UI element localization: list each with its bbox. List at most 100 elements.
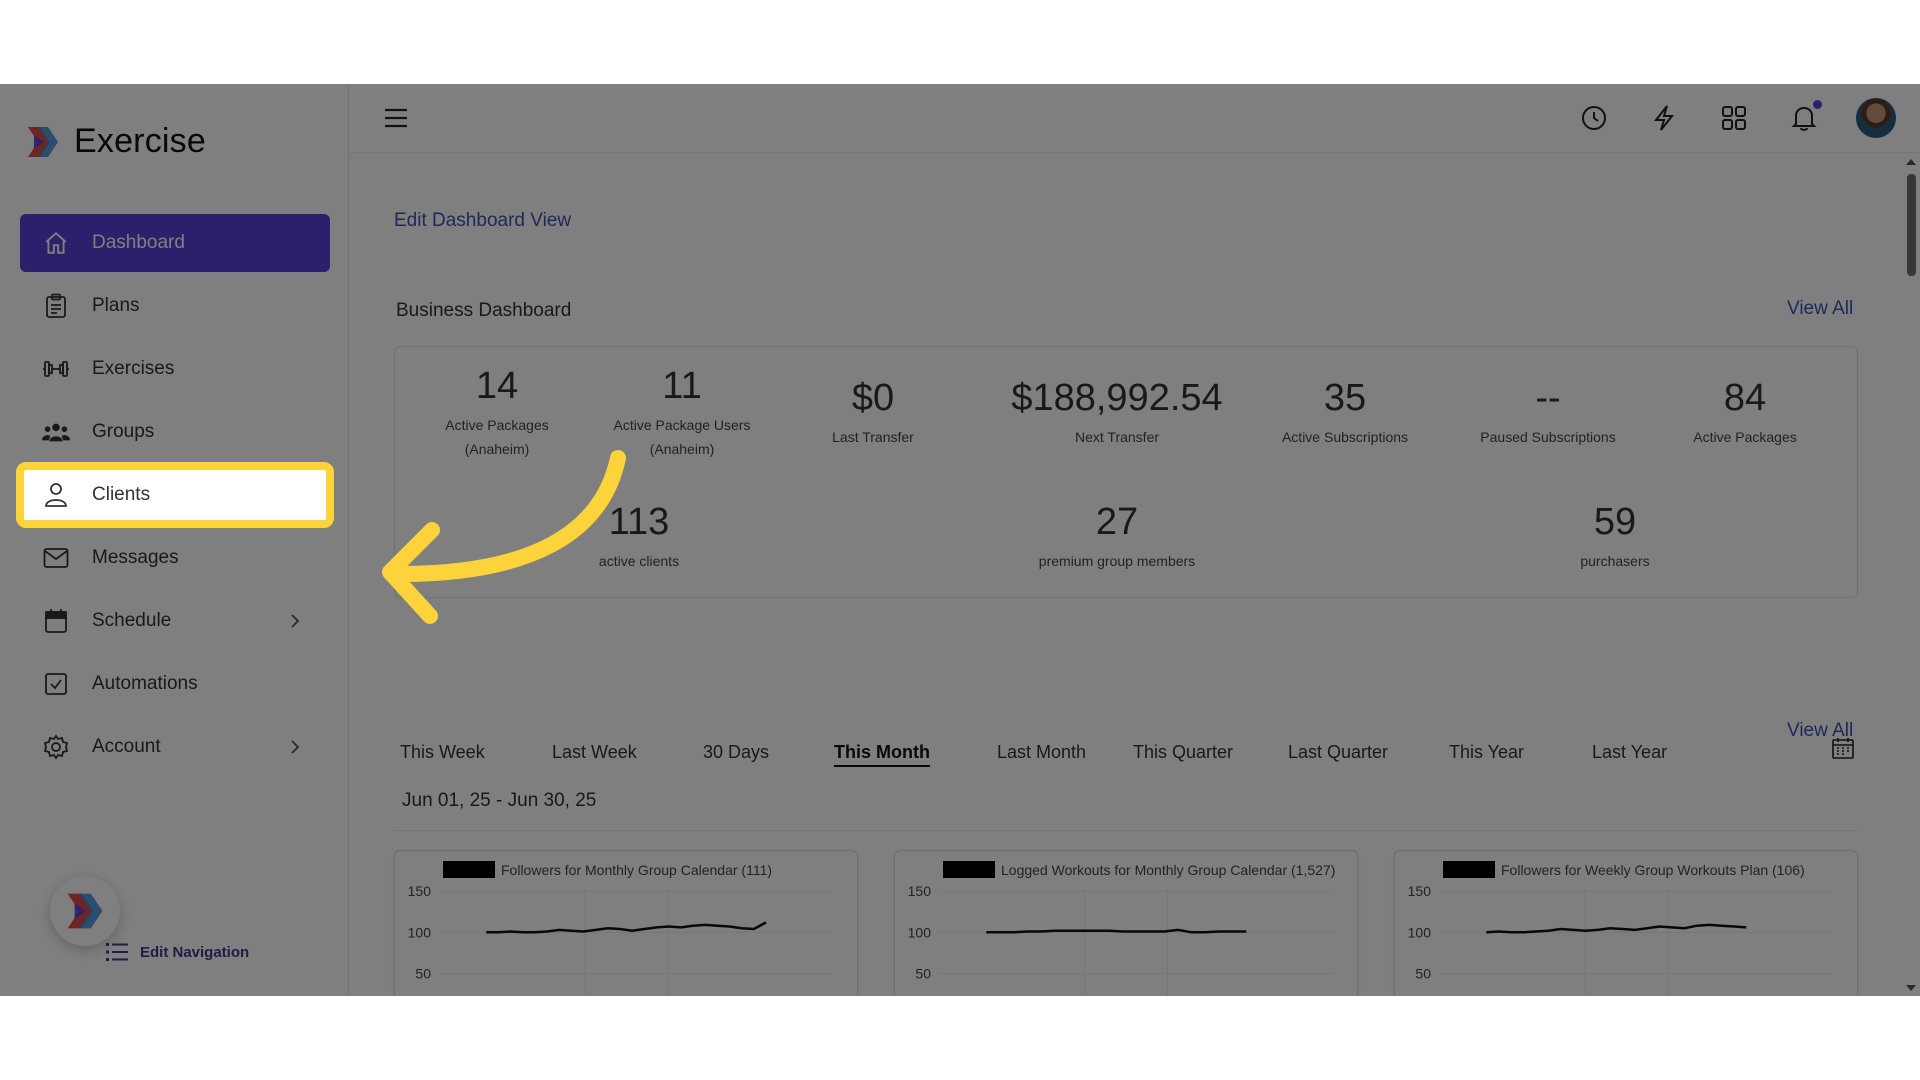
bell-icon[interactable]: [1788, 102, 1820, 134]
sidebar-item-label: Plans: [92, 295, 140, 317]
sidebar-item-messages[interactable]: Messages: [20, 529, 330, 587]
line-chart: 050100150Jun 06Jun 11: [395, 881, 859, 996]
y-tick-label: 150: [408, 883, 432, 899]
legend-label: Followers for Weekly Group Workouts Plan…: [1501, 862, 1805, 878]
sidebar-item-label: Groups: [92, 421, 154, 443]
sidebar-item-account[interactable]: Account: [20, 718, 330, 776]
sidebar-item-label: Dashboard: [92, 232, 185, 254]
brand[interactable]: Exercise: [24, 122, 206, 161]
stat-value: 11: [597, 365, 767, 408]
y-tick-label: 50: [415, 966, 431, 982]
tab-this-quarter[interactable]: This Quarter: [1133, 742, 1233, 763]
sidebar-item-label: Account: [92, 736, 161, 758]
person-icon: [42, 481, 70, 509]
menu-icon[interactable]: [383, 106, 409, 130]
series-line: [486, 922, 766, 932]
bolt-icon[interactable]: [1648, 102, 1680, 134]
tab-this-week[interactable]: This Week: [400, 742, 485, 763]
stat-label: Active Packages: [1670, 426, 1820, 450]
brand-logo: [24, 123, 62, 161]
brand-logo-small: [63, 889, 107, 933]
tab-this-year[interactable]: This Year: [1449, 742, 1524, 763]
sidebar-item-label: Automations: [92, 673, 198, 695]
chart-legend: Followers for Weekly Group Workouts Plan…: [1443, 861, 1805, 878]
chart-legend: Logged Workouts for Monthly Group Calend…: [943, 861, 1335, 878]
sidebar-item-label: Schedule: [92, 610, 171, 632]
tab-last-quarter[interactable]: Last Quarter: [1288, 742, 1388, 763]
stat-value: $0: [793, 377, 953, 420]
sidebar-item-groups[interactable]: Groups: [20, 403, 330, 461]
date-range-tabs: This Week Last Week 30 Days This Month L…: [400, 742, 1700, 772]
sidebar-item-clients[interactable]: Clients: [20, 466, 330, 524]
chart-card[interactable]: Logged Workouts for Monthly Group Calend…: [894, 850, 1358, 996]
edit-navigation-link[interactable]: Edit Navigation: [106, 942, 249, 962]
legend-swatch: [1443, 861, 1495, 878]
line-chart: 050100150Jun 06Jun 11: [1395, 881, 1859, 996]
chevron-right-icon: [286, 736, 304, 758]
app-window: Exercise Dashboard Plans Exercises: [0, 84, 1920, 996]
line-chart: 050100150Jun 06Jun 11: [895, 881, 1359, 996]
legend-label: Logged Workouts for Monthly Group Calend…: [1001, 862, 1335, 878]
edit-navigation-label: Edit Navigation: [140, 944, 249, 961]
tab-30-days[interactable]: 30 Days: [703, 742, 769, 763]
series-line: [986, 930, 1246, 932]
sidebar-item-automations[interactable]: Automations: [20, 655, 330, 713]
sidebar-item-schedule[interactable]: Schedule: [20, 592, 330, 650]
sidebar-item-plans[interactable]: Plans: [20, 277, 330, 335]
series-line: [1486, 925, 1746, 932]
sidebar-item-label: Messages: [92, 547, 179, 569]
tab-last-month[interactable]: Last Month: [997, 742, 1086, 763]
app-switcher-logo[interactable]: [50, 876, 120, 946]
legend-swatch: [943, 861, 995, 878]
brand-name: Exercise: [74, 122, 206, 161]
history-icon[interactable]: [1578, 102, 1610, 134]
stat-value: 84: [1670, 377, 1820, 420]
stat-value: $188,992.54: [987, 377, 1247, 420]
sidebar-item-exercises[interactable]: Exercises: [20, 340, 330, 398]
chart-card[interactable]: Followers for Weekly Group Workouts Plan…: [1394, 850, 1858, 996]
sidebar: Exercise Dashboard Plans Exercises: [0, 84, 349, 996]
y-tick-label: 150: [908, 883, 932, 899]
scrollbar[interactable]: [1902, 154, 1920, 996]
sidebar-item-label: Clients: [92, 484, 150, 506]
list-icon: [106, 942, 128, 962]
sidebar-item-label: Exercises: [92, 358, 174, 380]
gear-icon: [42, 733, 70, 761]
apps-icon[interactable]: [1718, 102, 1750, 134]
y-tick-label: 50: [915, 966, 931, 982]
stat-value: 14: [421, 365, 573, 408]
y-tick-label: 50: [1415, 966, 1431, 982]
view-all-link[interactable]: View All: [1787, 298, 1853, 320]
stat-active-subscriptions: 35 Active Subscriptions: [1265, 377, 1425, 450]
chevron-right-icon: [286, 610, 304, 632]
scroll-down-icon[interactable]: [1902, 982, 1920, 994]
stat-label: Paused Subscriptions: [1463, 426, 1633, 450]
stat-value: 35: [1265, 377, 1425, 420]
y-tick-label: 100: [408, 924, 432, 940]
divider: [394, 830, 1858, 831]
stat-active-packages: 84 Active Packages: [1670, 377, 1820, 450]
mail-icon: [42, 544, 70, 572]
group-icon: [42, 418, 70, 446]
tab-last-week[interactable]: Last Week: [552, 742, 637, 763]
tab-last-year[interactable]: Last Year: [1592, 742, 1667, 763]
scroll-up-icon[interactable]: [1902, 156, 1920, 168]
sidebar-item-dashboard[interactable]: Dashboard: [20, 214, 330, 272]
scroll-thumb[interactable]: [1907, 174, 1916, 276]
stat-next-transfer: $188,992.54 Next Transfer: [987, 377, 1247, 450]
clipboard-icon: [42, 292, 70, 320]
stat-paused-subscriptions: -- Paused Subscriptions: [1463, 377, 1633, 450]
top-bar: [350, 84, 1920, 153]
avatar[interactable]: [1856, 98, 1896, 138]
stat-label: premium group members: [1007, 550, 1227, 574]
checkbox-icon: [42, 670, 70, 698]
stat-purchasers: 59 purchasers: [1535, 501, 1695, 574]
legend-swatch: [443, 861, 495, 878]
dumbbell-icon: [42, 355, 70, 383]
tab-this-month[interactable]: This Month: [834, 742, 930, 767]
chart-card[interactable]: Followers for Monthly Group Calendar (11…: [394, 850, 858, 996]
legend-label: Followers for Monthly Group Calendar (11…: [501, 862, 772, 878]
view-all-link-2[interactable]: View All: [1787, 720, 1853, 742]
edit-dashboard-link[interactable]: Edit Dashboard View: [394, 210, 571, 232]
stat-value: 59: [1535, 501, 1695, 544]
